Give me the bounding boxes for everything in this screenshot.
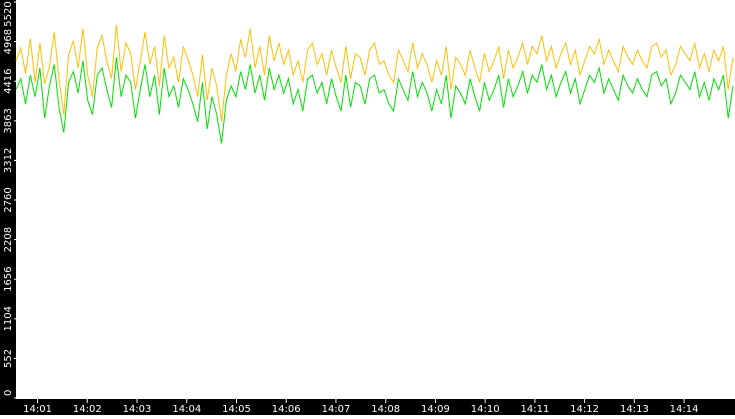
y-tick-label: 4968 (3, 29, 14, 54)
x-tick-label: 14:02 (73, 404, 102, 415)
x-tick-label: 14:05 (222, 404, 251, 415)
y-tick-label: 1104 (3, 306, 14, 331)
y-tick-label: 3863 (3, 108, 14, 133)
x-tick-label: 14:04 (172, 404, 201, 415)
x-tick-label: 14:14 (670, 404, 699, 415)
y-tick-label: 2760 (3, 187, 14, 212)
x-tick-label: 14:13 (620, 404, 649, 415)
x-tick-label: 14:07 (322, 404, 351, 415)
line-chart: 0 552 1104 1656 2208 2760 3312 3863 4416 4968 5520… (0, 0, 735, 415)
x-tick-label: 14:08 (371, 404, 400, 415)
y-tick-label: 5520 (3, 1, 14, 26)
y-tick-label: 1656 (3, 266, 14, 291)
x-tick-label: 14:09 (421, 404, 450, 415)
x-tick-label: 14:06 (272, 404, 301, 415)
x-tick-label: 14:03 (123, 404, 152, 415)
y-tick-label: 4416 (3, 68, 14, 93)
y-tick-label: 552 (3, 349, 14, 368)
x-tick-label: 14:12 (570, 404, 599, 415)
x-tick-label: 14:10 (471, 404, 500, 415)
x-tick-label: 14:11 (520, 404, 549, 415)
y-tick-label: 0 (3, 390, 14, 396)
y-tick-label: 2208 (3, 227, 14, 252)
y-tick-label: 3312 (3, 148, 14, 173)
chart-root: 0 552 1104 1656 2208 2760 3312 3863 4416 4968 5520… (0, 0, 735, 415)
x-tick-label: 14:01 (23, 404, 52, 415)
